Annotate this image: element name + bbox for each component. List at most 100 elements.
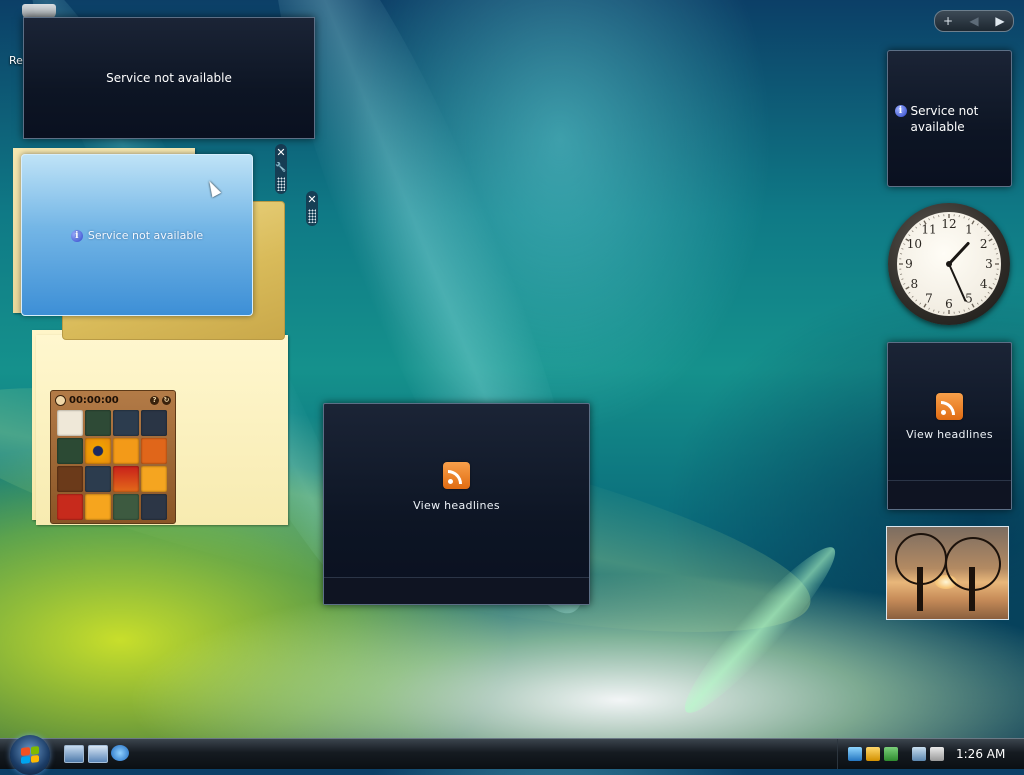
drag-grip-icon[interactable] bbox=[277, 177, 285, 191]
volume-muted-icon[interactable] bbox=[930, 747, 944, 761]
start-button[interactable] bbox=[10, 735, 50, 775]
clock-tick bbox=[912, 296, 913, 297]
clock-tick bbox=[912, 231, 913, 232]
clock-number: 2 bbox=[980, 237, 988, 251]
clock-tick bbox=[909, 292, 911, 293]
add-gadget-button[interactable]: + bbox=[938, 12, 958, 30]
clock-number: 10 bbox=[907, 237, 922, 251]
clock-tick bbox=[901, 279, 903, 280]
picture-puzzle-gadget[interactable]: 00:00:00 ? ↻ bbox=[50, 390, 176, 524]
puzzle-tile[interactable] bbox=[141, 410, 167, 436]
puzzle-tile[interactable] bbox=[85, 494, 111, 520]
help-icon[interactable]: ? bbox=[150, 396, 159, 405]
clock-number: 5 bbox=[965, 292, 973, 306]
wallpaper-streak bbox=[672, 535, 849, 725]
previous-page-button[interactable]: ◀ bbox=[964, 12, 984, 30]
clock-tick bbox=[977, 303, 978, 305]
clock-tick bbox=[988, 292, 990, 293]
clock-tick bbox=[934, 310, 935, 312]
rss-icon bbox=[936, 393, 963, 420]
close-icon[interactable]: ✕ bbox=[306, 194, 318, 206]
feed-footer bbox=[324, 577, 589, 604]
close-icon[interactable]: ✕ bbox=[275, 147, 287, 159]
clock-tick bbox=[929, 308, 930, 310]
clock-number: 12 bbox=[941, 217, 956, 231]
clock-tick bbox=[989, 239, 992, 241]
puzzle-tile[interactable] bbox=[141, 466, 167, 492]
wrench-icon[interactable]: 🔧 bbox=[275, 162, 287, 174]
taskbar: 1:26 AM bbox=[0, 738, 1024, 769]
clock-center bbox=[946, 261, 952, 267]
clock-tick bbox=[906, 287, 909, 289]
puzzle-tile[interactable] bbox=[57, 466, 83, 492]
puzzle-grid bbox=[57, 410, 167, 520]
system-tray: 1:26 AM bbox=[837, 739, 1024, 769]
windows-logo-icon bbox=[21, 746, 39, 764]
weather-gadget-large[interactable]: Service not available bbox=[23, 17, 315, 139]
puzzle-tile[interactable] bbox=[57, 438, 83, 464]
service-message: Service not available bbox=[106, 71, 232, 85]
clock-gadget[interactable]: 121234567891011 bbox=[888, 203, 1010, 325]
shuffle-icon[interactable]: ↻ bbox=[162, 396, 171, 405]
puzzle-tile[interactable] bbox=[113, 466, 139, 492]
puzzle-tile[interactable] bbox=[113, 410, 139, 436]
stocks-gadget[interactable]: i Service not available bbox=[21, 154, 253, 316]
tree-trunk bbox=[969, 567, 975, 611]
puzzle-tile[interactable] bbox=[85, 410, 111, 436]
minute-hand bbox=[949, 264, 965, 301]
puzzle-tile[interactable] bbox=[57, 494, 83, 520]
feed-footer bbox=[888, 480, 1011, 509]
view-headlines-label[interactable]: View headlines bbox=[906, 428, 993, 441]
puzzle-timer-value: 00:00:00 bbox=[69, 395, 119, 406]
clock-tick bbox=[995, 279, 997, 280]
puzzle-tile[interactable] bbox=[141, 438, 167, 464]
network-status-icon[interactable] bbox=[912, 747, 926, 761]
clock-tick bbox=[981, 227, 982, 228]
clock-number: 6 bbox=[945, 297, 953, 311]
puzzle-tile[interactable] bbox=[57, 410, 83, 436]
weather-gadget-sidebar[interactable]: i Service not available bbox=[887, 50, 1012, 187]
puzzle-tile[interactable] bbox=[141, 494, 167, 520]
tree-trunk bbox=[917, 567, 923, 611]
clock-tick bbox=[985, 296, 986, 297]
puzzle-timer: 00:00:00 bbox=[55, 395, 119, 406]
clock-tick bbox=[985, 231, 986, 232]
feed-headlines-gadget-large[interactable]: View headlines bbox=[323, 403, 590, 605]
clock-tick bbox=[964, 216, 965, 218]
gadget-controls: ✕ bbox=[306, 191, 318, 226]
puzzle-header: 00:00:00 ? ↻ bbox=[51, 391, 175, 409]
slideshow-gadget[interactable] bbox=[886, 526, 1009, 620]
clock-tick bbox=[989, 287, 992, 289]
puzzle-tile[interactable] bbox=[113, 494, 139, 520]
clock-dial: 121234567891011 bbox=[897, 212, 1001, 316]
feed-headlines-gadget-sidebar[interactable]: View headlines bbox=[887, 342, 1012, 510]
service-message: Service not available bbox=[911, 103, 1005, 135]
show-desktop-icon[interactable] bbox=[64, 745, 84, 763]
clock-tick bbox=[977, 224, 978, 226]
puzzle-tile[interactable] bbox=[85, 466, 111, 492]
next-page-button[interactable]: ▶ bbox=[990, 12, 1010, 30]
security-shield-icon[interactable] bbox=[866, 747, 880, 761]
hour-hand bbox=[949, 244, 968, 264]
rss-icon bbox=[443, 462, 470, 489]
recycle-bin-label[interactable]: Re bbox=[9, 54, 23, 67]
network-icon[interactable] bbox=[848, 747, 862, 761]
clock-number: 11 bbox=[921, 222, 936, 236]
windows-update-icon[interactable] bbox=[884, 747, 898, 761]
clock-number: 9 bbox=[905, 257, 913, 271]
taskbar-clock[interactable]: 1:26 AM bbox=[956, 747, 1005, 761]
clock-tick bbox=[916, 227, 917, 228]
puzzle-tile[interactable] bbox=[113, 438, 139, 464]
clock-tick bbox=[909, 235, 911, 236]
switch-windows-icon[interactable] bbox=[88, 745, 108, 763]
view-headlines-label[interactable]: View headlines bbox=[413, 499, 500, 512]
clock-tick bbox=[901, 249, 903, 250]
clock-tick bbox=[903, 244, 905, 245]
sidebar-nav: + ◀ ▶ bbox=[934, 10, 1014, 32]
drag-grip-icon[interactable] bbox=[308, 209, 316, 223]
puzzle-tile[interactable] bbox=[85, 438, 111, 464]
internet-explorer-icon[interactable] bbox=[111, 745, 129, 761]
clock-number: 1 bbox=[965, 222, 973, 236]
clock-tick bbox=[993, 284, 995, 285]
clock-tick bbox=[981, 300, 982, 301]
